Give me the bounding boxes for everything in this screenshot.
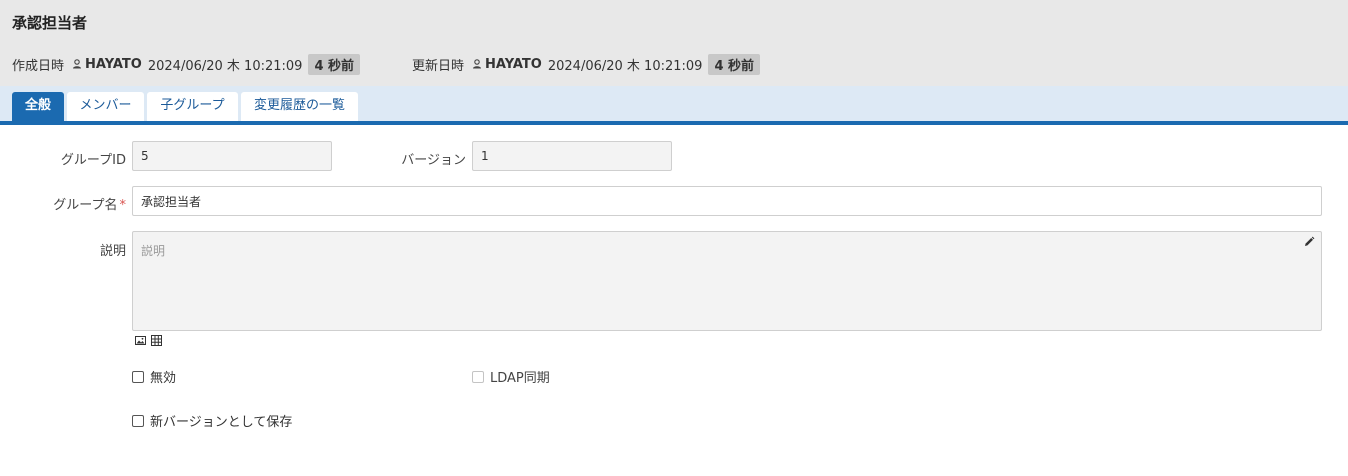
image-icon[interactable]: [135, 335, 146, 346]
created-info: 作成日時 HAYATO 2024/06/20 木 10:21:09 4 秒前: [12, 53, 361, 75]
tab-general[interactable]: 全般: [12, 92, 64, 121]
ldap-sync-option: LDAP同期: [472, 367, 550, 386]
group-id-label: グループID: [60, 153, 126, 168]
group-name-label-text: グループ名: [53, 198, 118, 213]
tab-change-history[interactable]: 変更履歴の一覧: [241, 92, 358, 121]
group-id-field: 5: [132, 141, 332, 171]
version-label: バージョン: [401, 153, 466, 168]
description-textarea[interactable]: 説明: [132, 231, 1322, 331]
disabled-option: 無効: [132, 367, 176, 386]
group-name-value: 承認担当者: [141, 194, 202, 209]
save-new-version-label: 新バージョンとして保存: [150, 415, 293, 430]
description-placeholder: 説明: [141, 244, 166, 258]
created-label: 作成日時: [12, 58, 65, 74]
updated-user: HAYATO: [485, 56, 542, 72]
disabled-label: 無効: [150, 371, 177, 386]
save-new-version-option: 新バージョンとして保存: [132, 411, 292, 430]
group-id-value: 5: [141, 149, 149, 163]
updated-label: 更新日時: [412, 58, 465, 74]
ldap-sync-checkbox: [472, 370, 484, 383]
tab-members[interactable]: メンバー: [67, 92, 144, 121]
version-field: 1: [472, 141, 672, 171]
record-header: 承認担当者 作成日時 HAYATO 2024/06/20 木 10:21:09 …: [0, 0, 1348, 86]
ldap-sync-label: LDAP同期: [490, 371, 550, 386]
description-label: 説明: [99, 244, 126, 259]
user-icon: [73, 59, 82, 69]
tab-bar: 全般 メンバー 子グループ 変更履歴の一覧: [0, 86, 1348, 125]
tab-child-groups[interactable]: 子グループ: [147, 92, 238, 121]
disabled-checkbox[interactable]: [132, 370, 144, 383]
version-value: 1: [481, 149, 489, 163]
group-name-input[interactable]: 承認担当者: [132, 186, 1322, 216]
created-date: 2024/06/20 木 10:21:09: [147, 58, 303, 74]
save-new-version-checkbox[interactable]: [132, 414, 144, 427]
created-ago-badge: 4 秒前: [308, 53, 361, 75]
table-icon[interactable]: [151, 335, 162, 346]
page-title: 承認担当者: [12, 14, 88, 32]
pencil-icon[interactable]: [1303, 236, 1315, 248]
group-name-label: グループ名 *: [53, 194, 126, 213]
updated-info: 更新日時 HAYATO 2024/06/20 木 10:21:09 4 秒前: [412, 53, 761, 75]
required-mark: *: [119, 198, 127, 213]
created-user: HAYATO: [85, 56, 142, 72]
updated-ago-badge: 4 秒前: [708, 53, 761, 75]
updated-date: 2024/06/20 木 10:21:09: [547, 58, 703, 74]
user-icon: [473, 59, 482, 69]
